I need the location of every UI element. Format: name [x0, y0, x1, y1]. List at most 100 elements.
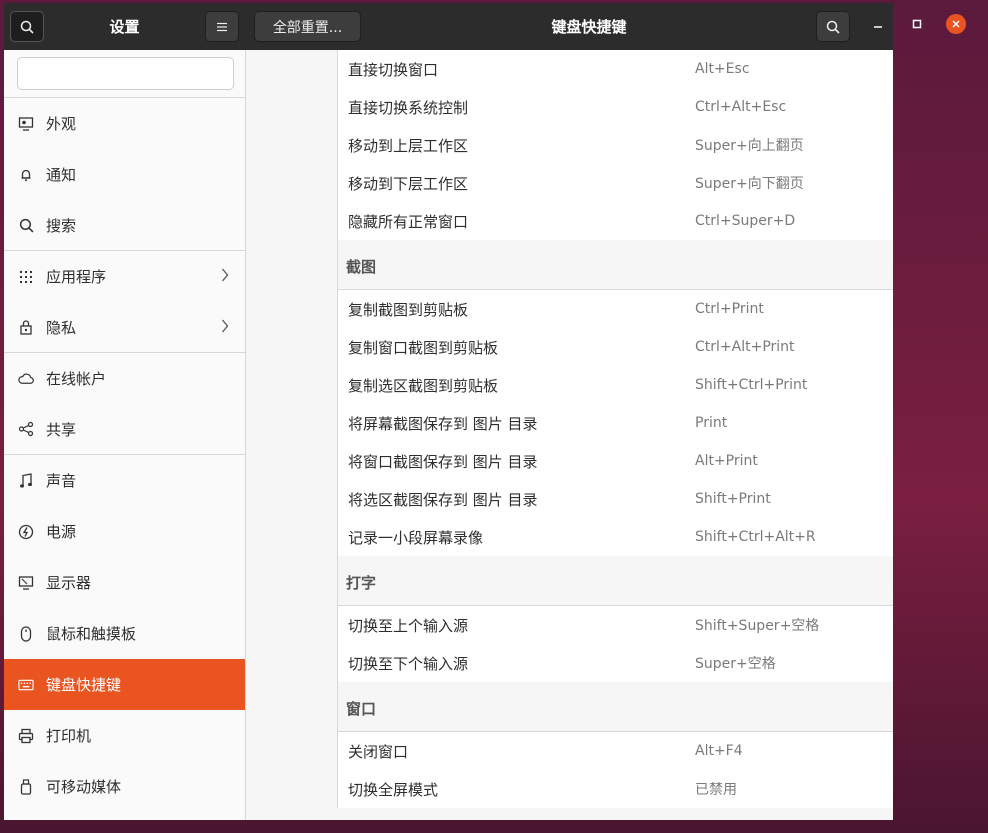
sidebar-item-label: 隐私 [46, 318, 77, 337]
sidebar-item-printers[interactable]: 打印机 [4, 710, 245, 761]
sidebar-item-label: 鼠标和触摸板 [46, 625, 137, 643]
sidebar-item-label: 搜索 [46, 216, 77, 235]
section-header-screenshots: 截图 [338, 240, 893, 290]
shortcut-name: 隐藏所有正常窗口 [348, 212, 469, 231]
reset-all-button[interactable]: 全部重置... [254, 11, 361, 42]
sidebar-item-keyboard-shortcuts[interactable]: 键盘快捷键 [4, 659, 245, 710]
shortcut-search-button[interactable] [816, 11, 850, 42]
sidebar-item-label: 在线帐户 [46, 370, 107, 388]
shortcut-row[interactable]: 移动到下层工作区 Super+向下翻页 [338, 164, 893, 202]
shortcut-name: 切换至下个输入源 [348, 654, 469, 673]
shortcut-accel: Shift+Ctrl+Print [695, 377, 808, 393]
sidebar-item-removable-media[interactable]: 可移动媒体 [4, 761, 245, 812]
sidebar-item-power[interactable]: 电源 [4, 506, 245, 557]
sidebar-item-label: 通知 [46, 166, 77, 184]
display-appearance-icon [18, 116, 34, 132]
shortcut-name: 复制选区截图到剪贴板 [348, 376, 499, 395]
primary-menu-button[interactable] [205, 11, 239, 42]
shortcut-row[interactable]: 复制选区截图到剪贴板 Shift+Ctrl+Print [338, 366, 893, 404]
shortcut-accel: Ctrl+Print [695, 301, 764, 317]
shortcut-accel: Ctrl+Alt+Esc [695, 99, 787, 115]
close-button[interactable] [945, 13, 967, 35]
sidebar-item-label: 键盘快捷键 [46, 676, 122, 694]
shortcut-accel: Shift+Ctrl+Alt+R [695, 529, 816, 545]
shortcut-name: 直接切换窗口 [348, 60, 439, 79]
cloud-icon [18, 371, 34, 387]
sidebar-item-applications[interactable]: 应用程序 [4, 251, 245, 302]
bell-icon [18, 167, 34, 183]
maximize-icon [912, 19, 922, 29]
sidebar-item-privacy[interactable]: 隐私 [4, 302, 245, 353]
shortcut-name: 将选区截图保存到 图片 目录 [348, 490, 538, 509]
shortcuts-list: 直接切换窗口 Alt+Esc 直接切换系统控制 Ctrl+Alt+Esc 移动到上层… [337, 50, 893, 808]
share-icon [18, 421, 34, 437]
shortcut-accel: Print [695, 415, 728, 431]
shortcut-row[interactable]: 将窗口截图保存到 图片 目录 Alt+Print [338, 442, 893, 480]
sidebar-item-appearance[interactable]: 外观 [4, 98, 245, 149]
shortcut-accel: Alt+Print [695, 453, 758, 469]
sidebar-item-sharing[interactable]: 共享 [4, 404, 245, 455]
close-circle [946, 14, 966, 34]
sidebar-item-label: 可移动媒体 [46, 778, 122, 796]
search-icon [18, 217, 34, 233]
sidebar-item-label: 共享 [46, 420, 77, 439]
mouse-icon [18, 625, 34, 642]
sidebar-item-online-accounts[interactable]: 在线帐户 [4, 353, 245, 404]
shortcut-accel: Shift+Super+空格 [695, 618, 820, 634]
minimize-icon [874, 26, 882, 28]
hamburger-menu-icon [217, 22, 227, 31]
minimize-button[interactable] [867, 13, 889, 35]
chevron-right-icon [222, 319, 229, 333]
shortcut-accel: 已禁用 [695, 782, 737, 798]
shortcut-name: 直接切换系统控制 [348, 98, 469, 117]
sidebar-search-input[interactable] [17, 57, 234, 90]
grid-icon [18, 269, 34, 285]
sidebar-item-displays[interactable]: 显示器 [4, 557, 245, 608]
shortcut-name: 切换至上个输入源 [348, 616, 469, 635]
section-header-typing: 打字 [338, 556, 893, 606]
shortcut-accel: Super+空格 [695, 656, 776, 672]
shortcut-name: 记录一小段屏幕录像 [348, 528, 484, 547]
shortcut-row[interactable]: 将屏幕截图保存到 图片 目录 Print [338, 404, 893, 442]
shortcut-accel: Alt+F4 [695, 743, 743, 759]
shortcut-row[interactable]: 移动到上层工作区 Super+向上翻页 [338, 126, 893, 164]
shortcut-row[interactable]: 切换至下个输入源 Super+空格 [338, 644, 893, 682]
header-bar: 设置 全部重置... 键盘快捷键 [4, 3, 893, 50]
shortcut-row[interactable]: 记录一小段屏幕录像 Shift+Ctrl+Alt+R [338, 518, 893, 556]
printer-icon [18, 728, 34, 744]
settings-title: 设置 [109, 18, 140, 36]
shortcut-name: 关闭窗口 [348, 742, 409, 761]
shortcut-accel: Super+向下翻页 [695, 176, 804, 192]
shortcut-row[interactable]: 切换全屏模式 已禁用 [338, 770, 893, 808]
search-icon [826, 20, 840, 34]
shortcut-name: 将窗口截图保存到 图片 目录 [348, 452, 538, 471]
maximize-button[interactable] [906, 13, 928, 35]
sidebar-item-label: 显示器 [46, 574, 92, 592]
sidebar-item-sound[interactable]: 声音 [4, 455, 245, 506]
monitor-icon [18, 575, 34, 591]
keyboard-icon [18, 677, 34, 693]
close-icon [952, 20, 960, 28]
shortcut-row[interactable]: 直接切换窗口 Alt+Esc [338, 50, 893, 88]
sidebar-search-area [4, 50, 245, 98]
shortcut-name: 复制截图到剪贴板 [348, 300, 469, 319]
sidebar-item-label: 打印机 [46, 727, 92, 745]
shortcut-name: 移动到上层工作区 [348, 136, 469, 155]
shortcut-row[interactable]: 关闭窗口 Alt+F4 [338, 732, 893, 770]
shortcut-row[interactable]: 将选区截图保存到 图片 目录 Shift+Print [338, 480, 893, 518]
shortcut-row[interactable]: 复制窗口截图到剪贴板 Ctrl+Alt+Print [338, 328, 893, 366]
sidebar-item-notifications[interactable]: 通知 [4, 149, 245, 200]
sidebar-search-toggle-button[interactable] [10, 11, 44, 42]
shortcut-accel: Alt+Esc [695, 61, 750, 77]
sidebar-item-search[interactable]: 搜索 [4, 200, 245, 251]
shortcut-row[interactable]: 隐藏所有正常窗口 Ctrl+Super+D [338, 202, 893, 240]
shortcut-name: 切换全屏模式 [348, 780, 439, 799]
shortcut-accel: Super+向上翻页 [695, 138, 804, 154]
sidebar-item-mouse-touchpad[interactable]: 鼠标和触摸板 [4, 608, 245, 659]
shortcut-name: 移动到下层工作区 [348, 174, 469, 193]
shortcut-accel: Ctrl+Super+D [695, 213, 796, 229]
shortcut-row[interactable]: 复制截图到剪贴板 Ctrl+Print [338, 290, 893, 328]
music-note-icon [18, 472, 34, 489]
shortcut-row[interactable]: 切换至上个输入源 Shift+Super+空格 [338, 606, 893, 644]
shortcut-row[interactable]: 直接切换系统控制 Ctrl+Alt+Esc [338, 88, 893, 126]
